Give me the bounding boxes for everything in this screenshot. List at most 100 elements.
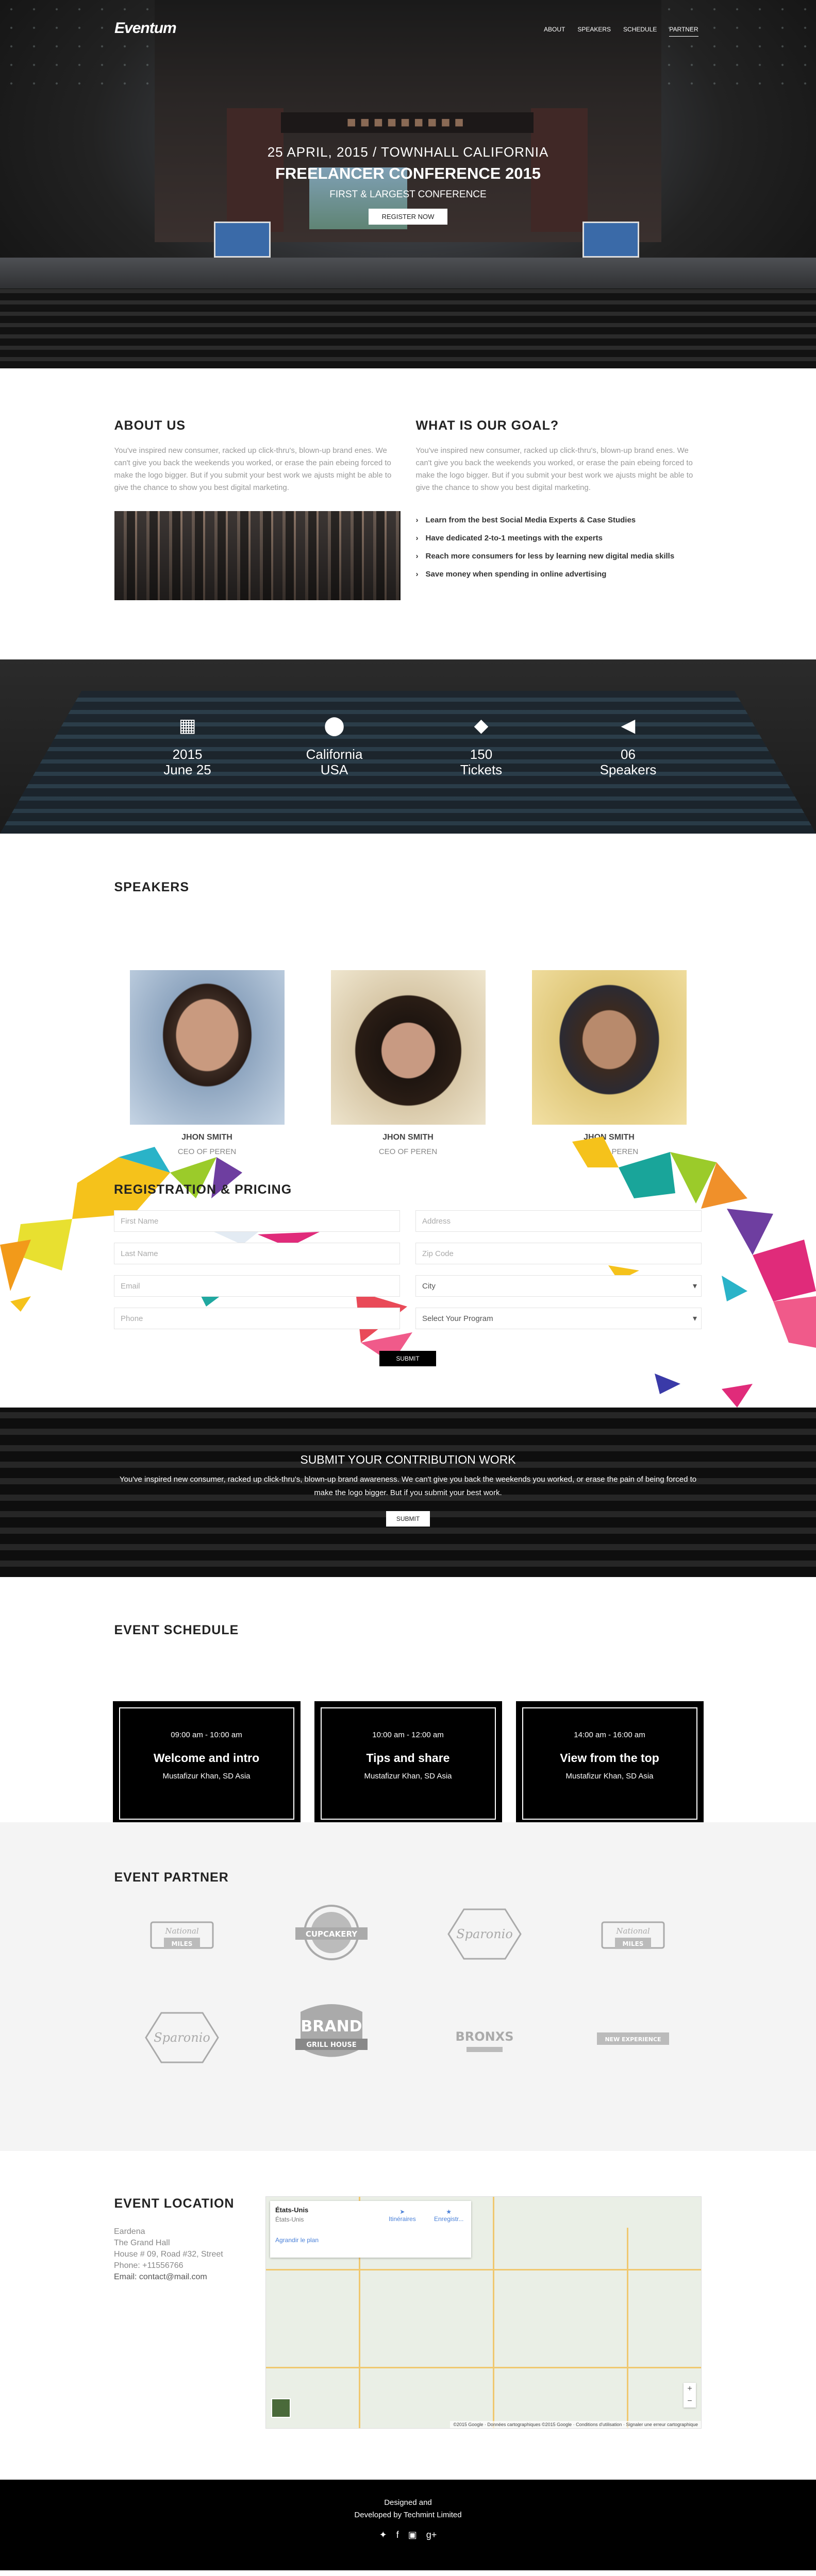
- hero-content: 25 APRIL, 2015 / TOWNHALL CALIFORNIA FRE…: [0, 144, 816, 225]
- goal-text: You've inspired new consumer, racked up …: [415, 446, 693, 492]
- enlarge-map-link[interactable]: Agrandir le plan: [275, 2236, 466, 2244]
- partner-logo[interactable]: BRAND GRILL HOUSE: [280, 1999, 383, 2066]
- hero-date: 25 APRIL, 2015 / TOWNHALL CALIFORNIA: [267, 144, 549, 160]
- partner-logo[interactable]: Sparonio: [130, 2004, 234, 2071]
- schedule-section: EVENT SCHEDULE 09:00 am - 10:00 am Welco…: [0, 1577, 816, 1826]
- registration-section: REGISTRATION & PRICING First Name Last N…: [0, 1137, 816, 1408]
- facebook-icon[interactable]: f: [396, 2530, 399, 2540]
- contribution-submit-button[interactable]: SUBMIT: [386, 1511, 430, 1527]
- partner-badge: BRAND GRILL HOUSE: [295, 2004, 368, 2057]
- partner-logo[interactable]: Sparonio: [433, 1901, 536, 1968]
- schedule-card[interactable]: 10:00 am - 12:00 am Tips and share Musta…: [314, 1701, 502, 1826]
- zoom-control[interactable]: + −: [684, 2383, 696, 2408]
- contribution-section: SUBMIT YOUR CONTRIBUTION WORK You've ins…: [0, 1408, 816, 1577]
- last-name-input[interactable]: Last Name: [114, 1243, 400, 1264]
- phone-field[interactable]: Phone: [114, 1308, 400, 1329]
- schedule-card[interactable]: 14:00 am - 16:00 am View from the top Mu…: [515, 1701, 704, 1826]
- map-attribution: ©2015 Google · Données cartographiques ©…: [450, 2421, 701, 2428]
- stat-tickets: ◆ 150 Tickets: [408, 714, 555, 777]
- main-nav: About Speakers Schedule Partner: [544, 26, 698, 37]
- google-plus-icon[interactable]: g+: [426, 2530, 437, 2540]
- stat-value: 2015: [172, 747, 203, 762]
- zip-code-input[interactable]: Zip Code: [415, 1243, 702, 1264]
- partner-logo[interactable]: NEW EXPERIENCE: [581, 2004, 685, 2071]
- stat-label: June 25: [163, 762, 211, 777]
- speaker-card: JHON SMITH CEO OF PEREN: [531, 970, 687, 1156]
- map-embed[interactable]: États-Unis États-Unis ➤ Itinéraires ★ Enre…: [265, 2196, 702, 2429]
- stat-value: California: [306, 747, 363, 762]
- register-now-button[interactable]: REGISTER NOW: [368, 209, 448, 225]
- hero-section: ■■■■■■■■■ Eventum About Speakers Schedul…: [0, 0, 816, 368]
- map-info-card: États-Unis États-Unis ➤ Itinéraires ★ Enre…: [270, 2201, 471, 2258]
- social-links: ✦ f ▣ g+: [0, 2530, 816, 2540]
- address-line: Eardena: [114, 2227, 145, 2236]
- footer-credit: Designed and: [384, 2498, 432, 2507]
- save-button[interactable]: ★ Enregistr...: [434, 2208, 463, 2223]
- address-block: Eardena The Grand Hall House # 09, Road …: [114, 2226, 223, 2283]
- first-name-input[interactable]: First Name: [114, 1210, 400, 1232]
- map-road: [266, 2367, 701, 2368]
- side-screen-left: [214, 222, 271, 258]
- twitter-icon[interactable]: ✦: [379, 2530, 387, 2540]
- schedule-item-title: View from the top: [560, 1751, 659, 1765]
- svg-text:National: National: [615, 1926, 650, 1936]
- list-item: Reach more consumers for less by learnin…: [416, 552, 702, 561]
- program-select[interactable]: Select Your Program: [415, 1308, 702, 1329]
- partner-badge: NEW EXPERIENCE: [597, 2032, 669, 2045]
- partner-badge: Sparonio: [145, 2012, 219, 2063]
- stat-speakers: ◀ 06 Speakers: [555, 714, 702, 777]
- geometric-decoration: [0, 1137, 816, 1408]
- nav-partner[interactable]: Partner: [669, 26, 698, 37]
- auditorium-seats: [0, 289, 816, 368]
- stat-label: Tickets: [460, 762, 503, 777]
- stat-value: 150: [470, 747, 493, 762]
- directions-label: Itinéraires: [389, 2215, 416, 2223]
- footer: Designed and Developed by Techmint Limit…: [0, 2480, 816, 2570]
- nav-speakers[interactable]: Speakers: [577, 26, 611, 37]
- hero-title: FREELANCER CONFERENCE 2015: [275, 164, 541, 182]
- partner-logo[interactable]: National MILES: [581, 1901, 685, 1968]
- megaphone-icon: ◀: [621, 715, 636, 736]
- footer-credit: Developed by Techmint Limited: [354, 2511, 462, 2519]
- logo[interactable]: Eventum: [114, 20, 177, 37]
- speaker-photo: [129, 970, 285, 1125]
- svg-text:NEW EXPERIENCE: NEW EXPERIENCE: [605, 2036, 661, 2043]
- location-section: EVENT LOCATION Eardena The Grand Hall Ho…: [0, 2151, 816, 2480]
- contribution-title: SUBMIT YOUR CONTRIBUTION WORK: [300, 1453, 516, 1466]
- partner-badge: Sparonio: [447, 1908, 522, 1960]
- schedule-card[interactable]: 09:00 am - 10:00 am Welcome and intro Mu…: [112, 1701, 301, 1826]
- goal-title: WHAT IS OUR GOAL?: [415, 418, 559, 433]
- partner-badge: National MILES: [601, 1921, 665, 1949]
- save-label: Enregistr...: [434, 2215, 464, 2223]
- svg-text:BRONXS: BRONXS: [455, 2029, 513, 2044]
- partner-logo[interactable]: CUPCAKERY: [280, 1901, 383, 1968]
- instagram-icon[interactable]: ▣: [408, 2530, 417, 2540]
- svg-text:National: National: [164, 1926, 199, 1936]
- schedule-speaker: Mustafizur Khan, SD Asia: [565, 1772, 654, 1781]
- hero-subtitle: FIRST & LARGEST CONFERENCE: [329, 189, 487, 200]
- svg-text:MILES: MILES: [623, 1940, 644, 1947]
- svg-text:MILES: MILES: [172, 1940, 193, 1947]
- city-select[interactable]: City: [415, 1275, 702, 1297]
- stats-section: ▦ 2015 June 25 ⬤ California USA ◆ 150 Ti…: [0, 659, 816, 834]
- goal-list: Learn from the best Social Media Experts…: [416, 516, 702, 579]
- about-section: ABOUT US You've inspired new consumer, r…: [0, 368, 816, 659]
- nav-about[interactable]: About: [544, 26, 565, 37]
- nav-schedule[interactable]: Schedule: [623, 26, 657, 37]
- submit-button[interactable]: SUBMIT: [379, 1351, 436, 1366]
- directions-button[interactable]: ➤ Itinéraires: [389, 2208, 416, 2223]
- email-line[interactable]: Email: contact@mail.com: [114, 2272, 223, 2283]
- svg-text:BRAND: BRAND: [301, 2018, 362, 2036]
- stat-label: Speakers: [599, 762, 657, 777]
- email-field[interactable]: Email: [114, 1275, 400, 1297]
- registration-title: REGISTRATION & PRICING: [114, 1182, 292, 1197]
- address-input[interactable]: Address: [415, 1210, 702, 1232]
- about-text: You've inspired new consumer, racked up …: [114, 446, 392, 492]
- star-icon: ★: [446, 2208, 452, 2215]
- partner-logo[interactable]: BRONXS: [433, 2004, 536, 2071]
- directions-icon: ➤: [399, 2208, 405, 2215]
- satellite-toggle[interactable]: [271, 2398, 291, 2418]
- partner-logo[interactable]: National MILES: [130, 1901, 234, 1968]
- map-pin-icon: ⬤: [324, 715, 345, 736]
- stage-banner: ■■■■■■■■■: [281, 112, 534, 133]
